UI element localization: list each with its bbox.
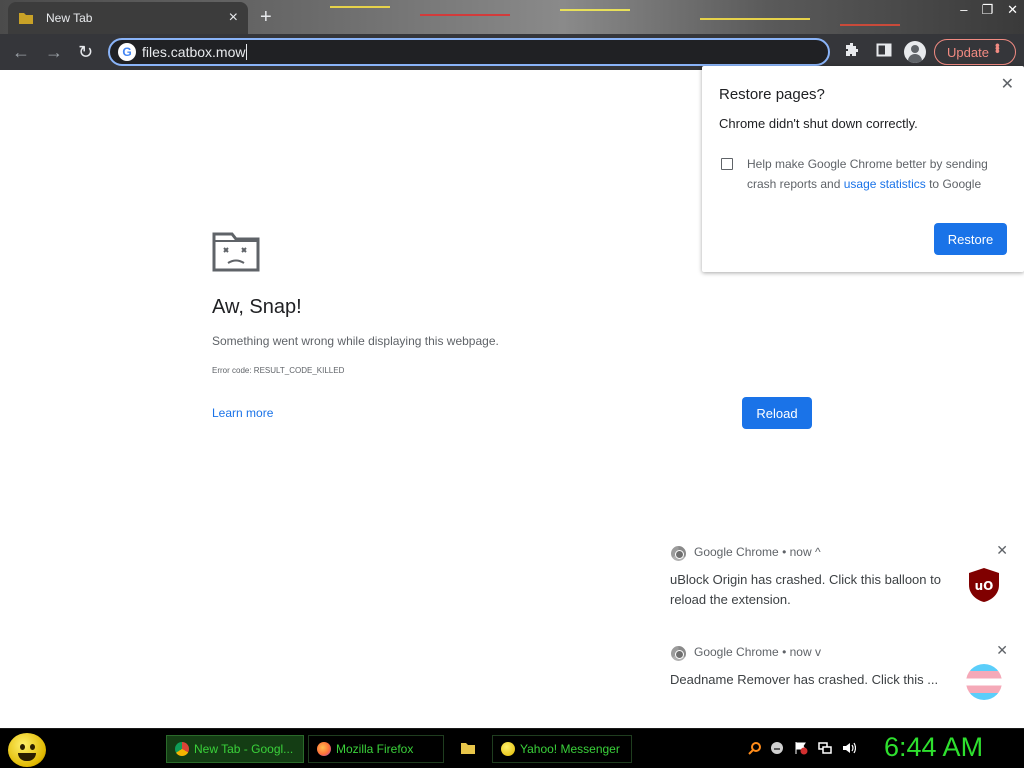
error-title: Aw, Snap! xyxy=(212,296,302,318)
google-icon: G xyxy=(118,43,136,61)
window-controls: – ❐ ✕ xyxy=(960,0,1018,18)
smiley-eye xyxy=(20,744,25,750)
separator-dot: • xyxy=(782,645,790,659)
sad-tab-icon xyxy=(212,232,260,272)
folder-icon xyxy=(19,13,33,24)
wallpaper-streak xyxy=(700,18,810,20)
svg-text:uO: uO xyxy=(975,579,994,593)
wallpaper-streak xyxy=(420,14,510,16)
notification-time: now xyxy=(789,545,812,559)
browser-toolbar: ← → ↻ G files.catbox.mow Update ••• xyxy=(0,34,1024,70)
task-label: Mozilla Firefox xyxy=(336,742,414,756)
reload-button[interactable]: Reload xyxy=(742,397,812,429)
taskbar-item-yahoo-messenger[interactable]: Yahoo! Messenger xyxy=(492,735,632,763)
chevron-up-icon[interactable]: ^ xyxy=(815,545,821,559)
dialog-message: Chrome didn't shut down correctly. xyxy=(719,116,918,131)
action-center-flag-icon[interactable] xyxy=(794,741,808,755)
extensions-puzzle-icon[interactable] xyxy=(844,42,860,58)
avatar-body xyxy=(908,54,922,63)
folder-icon[interactable] xyxy=(460,741,476,755)
error-message: Something went wrong while displaying th… xyxy=(212,334,499,348)
checkbox-text-end: to Google xyxy=(925,177,982,191)
task-label: Yahoo! Messenger xyxy=(520,742,620,756)
chrome-icon xyxy=(671,546,686,561)
start-smiley-icon[interactable] xyxy=(8,733,46,767)
smiley-mouth xyxy=(18,753,36,761)
close-tab-icon[interactable]: × xyxy=(229,10,238,26)
restore-pages-dialog: Restore pages? ✕ Chrome didn't shut down… xyxy=(702,66,1024,272)
crash-report-checkbox[interactable] xyxy=(721,158,733,170)
notification-app: Google Chrome xyxy=(694,645,779,659)
close-icon[interactable]: ✕ xyxy=(996,542,1008,559)
notification-header: Google Chrome • now v xyxy=(694,645,821,659)
taskbar: New Tab - Googl... Mozilla Firefox Yahoo… xyxy=(0,728,1024,768)
learn-more-link[interactable]: Learn more xyxy=(212,406,273,420)
close-icon[interactable]: ✕ xyxy=(996,642,1008,659)
update-label: Update xyxy=(947,44,989,60)
back-arrow-icon[interactable]: ← xyxy=(12,42,30,62)
notification-deadname[interactable]: Google Chrome • now v ✕ Deadname Remover… xyxy=(660,636,1024,722)
yahoo-smiley-icon xyxy=(501,742,515,756)
new-tab-button[interactable]: + xyxy=(260,6,272,29)
messenger-tray-icon[interactable] xyxy=(770,741,784,755)
address-input[interactable]: files.catbox.mow xyxy=(142,44,245,60)
notification-body: uBlock Origin has crashed. Click this ba… xyxy=(670,572,941,607)
forward-arrow-icon[interactable]: → xyxy=(45,42,63,62)
side-panel-icon[interactable] xyxy=(876,42,892,58)
address-bar[interactable]: G files.catbox.mow xyxy=(108,38,830,66)
tab-title: New Tab xyxy=(46,11,93,25)
close-icon[interactable]: ✕ xyxy=(1001,74,1014,94)
reload-icon[interactable]: ↻ xyxy=(78,42,93,62)
deadname-remover-icon xyxy=(966,664,1002,700)
update-button[interactable]: Update ••• xyxy=(934,39,1016,65)
separator-dot: • xyxy=(782,545,790,559)
tab-new-tab[interactable]: New Tab × xyxy=(8,2,248,34)
chevron-down-icon[interactable]: v xyxy=(815,645,821,659)
dialog-title: Restore pages? xyxy=(719,86,825,103)
maximize-icon[interactable]: ❐ xyxy=(981,2,993,18)
close-window-icon[interactable]: ✕ xyxy=(1007,2,1018,18)
wallpaper-streak xyxy=(840,24,900,26)
notification-app: Google Chrome xyxy=(694,545,779,559)
notification-time: now xyxy=(789,645,812,659)
minimize-icon[interactable]: – xyxy=(960,2,967,18)
restore-button[interactable]: Restore xyxy=(934,223,1007,255)
wallpaper-streak xyxy=(330,6,390,8)
avatar-head xyxy=(911,45,919,53)
notification-body: Deadname Remover has crashed. Click this… xyxy=(670,672,939,687)
text-cursor xyxy=(246,44,248,60)
usage-statistics-link[interactable]: usage statistics xyxy=(844,177,926,191)
ublock-origin-icon: uO xyxy=(969,568,999,602)
title-bar: New Tab × + – ❐ ✕ xyxy=(0,0,1024,34)
chrome-icon xyxy=(175,742,189,756)
menu-dots-icon[interactable]: ••• xyxy=(990,43,1006,52)
smiley-eye xyxy=(30,744,35,750)
volume-icon[interactable] xyxy=(842,741,856,755)
taskbar-clock[interactable]: 6:44 AM xyxy=(884,732,983,763)
wallpaper-streak xyxy=(560,9,630,11)
error-code: Error code: RESULT_CODE_KILLED xyxy=(212,366,345,375)
profile-avatar-icon[interactable] xyxy=(904,41,926,63)
notification-header: Google Chrome • now ^ xyxy=(694,545,821,559)
checkbox-label: Help make Google Chrome better by sendin… xyxy=(747,154,1007,194)
search-icon[interactable] xyxy=(748,741,762,755)
notification-ublock[interactable]: Google Chrome • now ^ ✕ uBlock Origin ha… xyxy=(660,536,1024,622)
taskbar-item-firefox[interactable]: Mozilla Firefox xyxy=(308,735,444,763)
firefox-icon xyxy=(317,742,331,756)
network-icon[interactable] xyxy=(818,741,832,755)
chrome-icon xyxy=(671,646,686,661)
taskbar-item-chrome[interactable]: New Tab - Googl... xyxy=(166,735,304,763)
task-label: New Tab - Googl... xyxy=(194,742,294,756)
